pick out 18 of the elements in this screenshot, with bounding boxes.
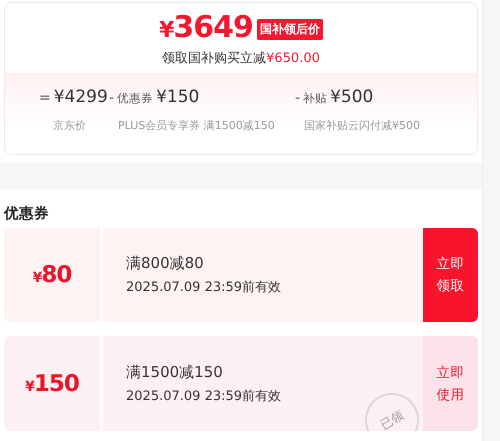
breakdown-note: 国家补贴云闪付减¥500 xyxy=(304,119,420,132)
breakdown-amount: - 补贴 ¥500 xyxy=(295,87,374,107)
coupon-validity: 2025.07.09 23:59前有效 xyxy=(126,279,282,296)
coupon-action-button[interactable]: 立即领取 xyxy=(423,228,478,322)
final-price: ¥3649 xyxy=(159,11,253,47)
coupon-amount: ¥150 xyxy=(25,370,79,397)
coupon-condition: 满800减80 xyxy=(126,254,205,274)
coupon-validity: 2025.07.09 23:59前有效 xyxy=(126,388,282,405)
coupon-condition: 满1500减150 xyxy=(126,362,224,382)
breakdown-amount: = ¥4299 xyxy=(39,87,109,107)
breakdown-note: PLUS会员专享券 满1500减150 xyxy=(118,119,275,132)
coupon-amount: ¥80 xyxy=(32,262,72,288)
saving-text: 领取国补购买立减¥650.00 xyxy=(162,50,320,67)
section-title: 优惠券 xyxy=(2,204,50,224)
breakdown-amount: - 优惠券 ¥150 xyxy=(109,87,200,107)
coupon-action-button[interactable]: 立即使用 xyxy=(423,336,478,431)
breakdown-note: 京东价 xyxy=(53,119,86,132)
price-badge: 国补领后价 xyxy=(256,19,323,40)
